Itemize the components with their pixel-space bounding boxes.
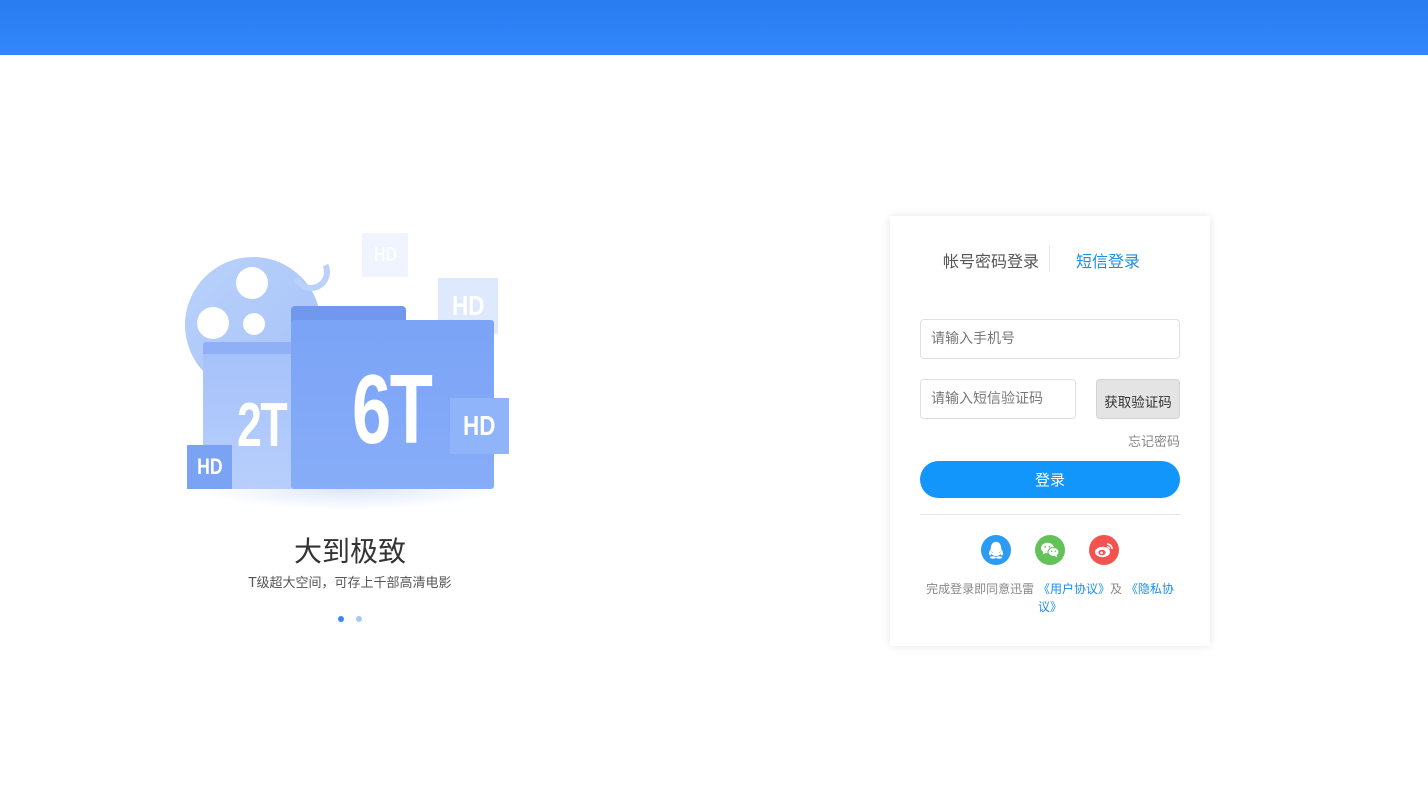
tab-account-password[interactable]: 帐号密码登录 xyxy=(943,248,1039,272)
login-card: 帐号密码登录 短信登录 获取验证码 忘记密码 登录 xyxy=(890,216,1210,646)
agreement-prefix: 完成登录即同意迅雷 xyxy=(926,582,1035,596)
reel-hole xyxy=(243,313,265,335)
qq-penguin-icon xyxy=(988,541,1004,559)
carousel-dot[interactable] xyxy=(356,616,362,622)
promo-subtitle: T级超大空间，可存上千部高清电影 xyxy=(248,576,452,591)
reel-hole xyxy=(236,267,268,299)
folder-2t-label: 2T xyxy=(237,391,288,460)
weibo-icon xyxy=(1095,543,1113,558)
carousel-dot-active[interactable] xyxy=(338,616,344,622)
hd-badge: HD xyxy=(187,445,232,489)
forgot-password-link[interactable]: 忘记密码 xyxy=(1128,431,1180,450)
folder-2t-top xyxy=(203,342,303,354)
divider xyxy=(920,514,1180,515)
promo-title: 大到极致 xyxy=(293,535,406,568)
hd-badge: HD xyxy=(362,233,408,277)
phone-input[interactable] xyxy=(920,319,1180,359)
login-button[interactable]: 登录 xyxy=(920,461,1180,498)
weibo-login-button[interactable] xyxy=(1089,535,1119,565)
user-agreement-link[interactable]: 《用户协议》 xyxy=(1038,582,1110,596)
promo-illustration: HD HD 2T 6T HD HD xyxy=(180,225,520,525)
tab-divider xyxy=(1049,246,1050,272)
wechat-icon xyxy=(1041,542,1060,558)
qq-login-button[interactable] xyxy=(981,535,1011,565)
reel-hole xyxy=(197,307,229,339)
sms-code-input[interactable] xyxy=(920,379,1076,419)
wechat-login-button[interactable] xyxy=(1035,535,1065,565)
agreement-text: 完成登录即同意迅雷 《用户协议》及 《隐私协议》 xyxy=(920,580,1180,616)
top-header-bar xyxy=(0,0,1428,55)
get-code-button[interactable]: 获取验证码 xyxy=(1096,379,1180,419)
hd-badge: HD xyxy=(450,398,509,454)
agreement-and: 及 xyxy=(1110,582,1123,596)
tab-sms-login[interactable]: 短信登录 xyxy=(1076,248,1140,272)
folder-6t-label: 6T xyxy=(352,354,433,464)
